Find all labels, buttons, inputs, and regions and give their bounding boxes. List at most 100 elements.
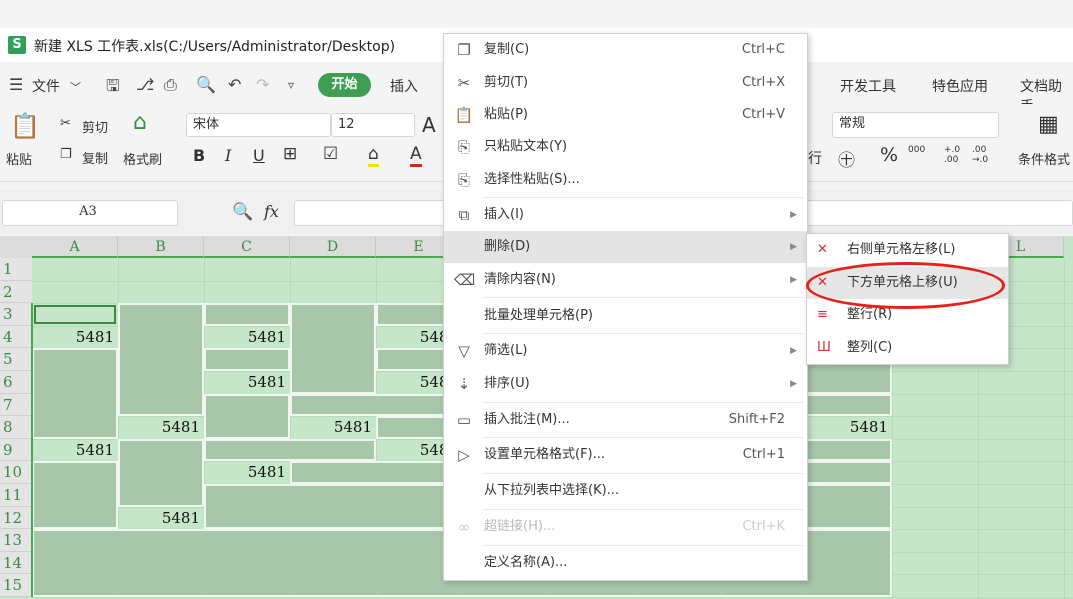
print-icon[interactable]: ⎙ [164,75,177,95]
increase-decimal-button[interactable]: +.0 .00 [944,145,964,165]
menu-item-8[interactable]: 批量处理单元格(P) [444,300,807,332]
cell-C6[interactable]: 5481 [204,371,290,394]
font-size-select[interactable]: 12 [331,113,415,137]
select-all-corner[interactable] [0,236,32,258]
underline-button[interactable]: U [253,146,265,165]
italic-button[interactable]: I [225,146,231,165]
selected-cell[interactable] [34,305,116,324]
name-box[interactable]: A3 [2,200,178,226]
cell-J8[interactable]: 5481 [806,416,892,439]
print-preview-icon[interactable]: 🔍 [196,75,216,94]
row-header-8[interactable]: 8 [0,416,32,439]
cell-A9[interactable]: 5481 [32,439,118,462]
undo-icon[interactable]: ↶ [228,75,241,94]
cut-button[interactable]: 剪切 [82,117,108,136]
merged-cell-A10:A12[interactable] [32,461,118,529]
conditional-format-icon: ▦ [1038,112,1059,137]
menu-item-9[interactable]: ▽筛选(L)▶ [444,335,807,367]
menu-item-13[interactable]: 从下拉列表中选择(K)... [444,475,807,507]
row-header-15[interactable]: 15 [0,574,32,597]
paste-button[interactable]: 粘贴 [6,149,32,168]
currency-icon[interactable]: ㊉ [838,146,855,171]
thousands-button[interactable]: 000 [908,145,925,155]
file-menu[interactable]: 文件 [32,76,60,96]
tab-features[interactable]: 特色应用 [932,76,988,96]
merged-cell-B9:B11[interactable] [118,439,204,507]
row-header-13[interactable]: 13 [0,529,32,552]
submenu-item-label: 整列(C) [847,332,892,364]
menu-item-7[interactable]: ⌫清除内容(N)▶ [444,264,807,296]
more-icon[interactable]: ▿ [288,78,294,92]
row-header-3[interactable]: 3 [0,303,32,326]
hamburger-icon[interactable]: ☰ [9,75,23,94]
menu-item-6[interactable]: 删除(D)▶ [444,231,807,263]
cell-B12[interactable]: 5481 [118,507,204,530]
font-name-select[interactable]: 宋体 [186,113,331,137]
column-header-C[interactable]: C [204,236,290,258]
tab-start[interactable]: 开始 [318,73,371,97]
column-header-A[interactable]: A [32,236,118,258]
menu-item-10[interactable]: ⇣排序(U)▶ [444,368,807,400]
menu-item-2[interactable]: 📋粘贴(P)Ctrl+V [444,99,807,131]
redo-icon[interactable]: ↷ [256,75,269,94]
cell-B8[interactable]: 5481 [118,416,204,439]
decrease-decimal-button[interactable]: .00 →.0 [972,145,994,165]
number-format-select[interactable]: 常规 [832,112,999,138]
percent-button[interactable]: % [880,144,898,166]
export-icon[interactable]: ⎇ [136,75,154,94]
menu-item-label: 剪切(T) [484,67,528,99]
bold-button[interactable]: B [193,146,205,165]
cell-A4[interactable]: 5481 [32,326,118,349]
row-header-12[interactable]: 12 [0,507,32,530]
row-header-4[interactable]: 4 [0,326,32,349]
row-header-9[interactable]: 9 [0,439,32,462]
merged-cell-B3:B7[interactable] [118,303,204,416]
row-header-11[interactable]: 11 [0,484,32,507]
cell-C10[interactable]: 5481 [204,461,290,484]
merged-cell-A5:A8[interactable] [32,348,118,438]
merged-cell-C7:C8[interactable] [204,394,290,439]
menu-separator [483,402,803,403]
menu-item-12[interactable]: ▷设置单元格格式(F)...Ctrl+1 [444,439,807,471]
merged-cell-C9:D9[interactable] [204,439,376,462]
row-header-5[interactable]: 5 [0,348,32,371]
row-header-14[interactable]: 14 [0,552,32,575]
save-icon[interactable]: 🖫 [106,75,120,102]
tab-developer[interactable]: 开发工具 [840,76,896,96]
tab-insert[interactable]: 插入 [390,76,418,96]
merged-cell-C3:C3[interactable] [204,303,290,326]
zoom-lookup-icon[interactable]: 🔍 [232,202,253,222]
menu-item-3[interactable]: ⎘只粘贴文本(Y) [444,131,807,163]
menu-item-label: 清除内容(N) [484,264,556,296]
column-header-D[interactable]: D [290,236,376,258]
fx-button[interactable]: fx [264,202,279,221]
column-header-B[interactable]: B [118,236,204,258]
cell-C4[interactable]: 5481 [204,326,290,349]
merged-cell-D3:D6[interactable] [290,303,376,393]
merge-icon[interactable]: ☑ [323,144,338,164]
paste-icon[interactable]: 📋 [10,112,40,140]
menu-item-4[interactable]: ⎘选择性粘贴(S)... [444,164,807,196]
merged-cell-C5:C5[interactable] [204,348,290,371]
cell-D8[interactable]: 5481 [290,416,376,439]
increase-font-icon[interactable]: A [422,113,436,137]
menu-item-0[interactable]: ❐复制(C)Ctrl+C [444,34,807,66]
row-header-1[interactable]: 1 [0,258,32,281]
copy-button[interactable]: 复制 [82,148,108,167]
border-icon[interactable]: ⊞ [283,144,297,164]
fill-color-icon[interactable]: ⌂ [368,144,379,167]
row-header-10[interactable]: 10 [0,461,32,484]
row-header-6[interactable]: 6 [0,371,32,394]
conditional-format-button[interactable]: 条件格式 [1018,149,1070,168]
app-logo-icon: S [8,36,26,54]
menu-item-15[interactable]: 定义名称(A)... [444,547,807,579]
row-header-7[interactable]: 7 [0,394,32,417]
format-painter-button[interactable]: 格式刷 [123,149,162,168]
row-header-2[interactable]: 2 [0,281,32,304]
font-color-icon[interactable]: A [410,144,422,167]
chevron-down-icon[interactable]: ﹀ [70,79,81,95]
submenu-item-3[interactable]: Ш整列(C) [807,332,1008,364]
menu-item-11[interactable]: ▭插入批注(M)...Shift+F2 [444,404,807,436]
menu-item-1[interactable]: ✂剪切(T)Ctrl+X [444,67,807,99]
menu-item-5[interactable]: ⧉插入(I)▶ [444,199,807,231]
